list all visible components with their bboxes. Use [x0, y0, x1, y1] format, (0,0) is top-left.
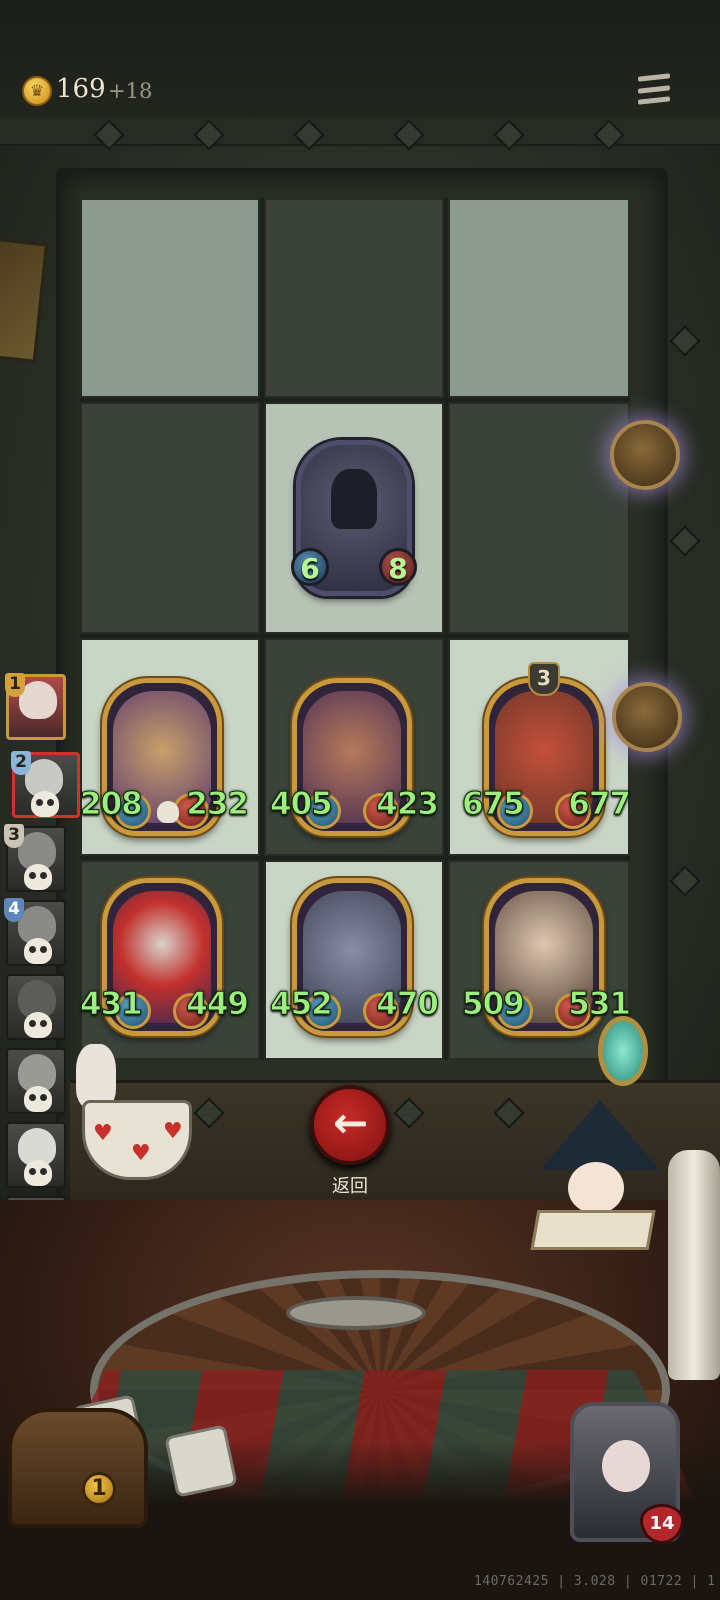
roster-slot-6[interactable] [6, 1048, 66, 1114]
hamburger-menu-icon[interactable] [636, 72, 672, 106]
unit-clown[interactable]: 431 449 [80, 878, 249, 1036]
witch-companion[interactable] [530, 1100, 660, 1260]
unit-health: 677 [568, 786, 632, 823]
unit-attack: 509 [462, 986, 526, 1023]
board-cell[interactable] [80, 198, 260, 398]
bunny-figurine [76, 1044, 116, 1108]
skull-icon [24, 1086, 52, 1112]
witch-hat [540, 1100, 660, 1170]
unit-attack: 431 [80, 986, 144, 1023]
roster-slot-4[interactable]: 4 [4, 898, 66, 966]
pocket-watch-open-icon[interactable] [612, 682, 682, 752]
back-label[interactable]: 返回 [320, 1172, 380, 1198]
skull-icon [24, 1160, 52, 1186]
unit-attack: 452 [270, 986, 334, 1023]
unit-noble-ogre[interactable]: 208 232 [80, 678, 249, 836]
unit-attack: 675 [462, 786, 526, 823]
unit-health: 449 [186, 986, 250, 1023]
unit-mechanic-girl[interactable]: 509 531 [462, 878, 631, 1036]
skull-icon [24, 1012, 52, 1038]
skull-icon [24, 938, 52, 964]
board-cell[interactable] [80, 402, 260, 634]
unit-red-mech[interactable]: 3 675 677 [462, 662, 631, 836]
slot-number: 3 [4, 824, 24, 848]
dice-icon [164, 1424, 238, 1498]
slot-number: 1 [5, 673, 25, 697]
enemy-attack: 6 [291, 548, 329, 586]
roster-slot-1[interactable]: 1 [5, 673, 66, 740]
unit-health: 470 [376, 986, 440, 1023]
unit-attack: 405 [270, 786, 334, 823]
treasure-chest[interactable] [8, 1408, 148, 1528]
build-info: 140762425 | 3.028 | 01722 | 1 [474, 1574, 716, 1589]
slot-number: 4 [4, 898, 24, 922]
unit-health: 232 [186, 786, 250, 823]
arrow-left-icon: ← [333, 1098, 369, 1147]
enemy-health: 8 [379, 548, 417, 586]
roster-slot-3[interactable]: 3 [4, 824, 66, 892]
witch-face [568, 1162, 624, 1214]
board-cell[interactable] [448, 198, 630, 398]
armored-knight-icon [331, 469, 377, 529]
unit-level-badge: 3 [528, 662, 560, 696]
skull-icon [24, 864, 52, 890]
unit-rat-bandit[interactable]: 452 470 [270, 878, 439, 1036]
coin-gain: +18 [108, 79, 153, 103]
board-cell[interactable] [448, 402, 630, 634]
coin-count: 169 [56, 74, 106, 104]
chess-piece [668, 1150, 720, 1380]
roster-slot-2[interactable]: 2 [11, 751, 80, 818]
unit-red-haired-brute[interactable]: 405 423 [270, 678, 439, 836]
unit-attack: 208 [80, 786, 144, 823]
roster-slot-7[interactable] [6, 1122, 66, 1188]
top-bar [0, 0, 720, 125]
board-cell[interactable] [264, 198, 444, 398]
teacup-decoration: ♥ ♥ ♥ [82, 1100, 192, 1180]
skull-icon [157, 801, 179, 823]
skull-icon [31, 791, 59, 817]
magic-mirror [598, 1016, 648, 1086]
chest-count-badge: 1 [82, 1472, 116, 1506]
crown-coin-icon: ♛ [22, 76, 52, 106]
back-button[interactable]: ← [310, 1085, 390, 1165]
open-book-icon [530, 1210, 656, 1250]
hero-face [602, 1440, 650, 1492]
roster-slot-5[interactable] [6, 974, 66, 1040]
heart-icon: ♥ [93, 1121, 113, 1146]
heart-icon: ♥ [131, 1141, 151, 1166]
unit-health: 423 [376, 786, 440, 823]
slot-number: 2 [11, 751, 31, 775]
roulette-hub [286, 1296, 426, 1330]
heart-icon: ♥ [163, 1119, 183, 1144]
pocket-watch-dragon-icon[interactable] [610, 420, 680, 490]
